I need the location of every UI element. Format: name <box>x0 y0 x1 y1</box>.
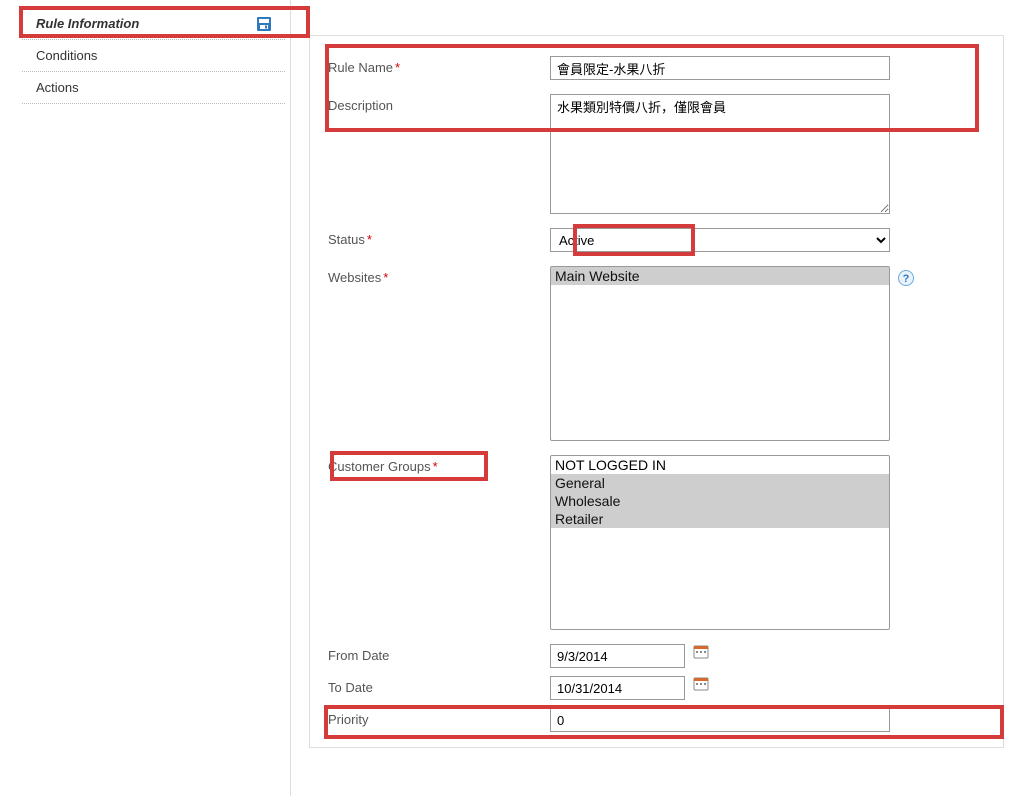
websites-multiselect[interactable]: Main Website <box>550 266 890 441</box>
rule-name-label: Rule Name* <box>328 56 550 75</box>
customer-groups-multiselect[interactable]: NOT LOGGED INGeneralWholesaleRetailer <box>550 455 890 630</box>
sidebar-item-conditions[interactable]: Conditions <box>22 40 285 72</box>
description-label: Description <box>328 94 550 113</box>
calendar-icon[interactable] <box>693 676 709 695</box>
main-panel: Rule Name* Description Status* ActiveIna… <box>290 0 1024 796</box>
sidebar-item-label: Conditions <box>36 48 97 63</box>
websites-label: Websites* <box>328 266 550 285</box>
priority-label: Priority <box>328 708 550 727</box>
description-textarea[interactable] <box>550 94 890 214</box>
priority-input[interactable] <box>550 708 890 732</box>
status-select[interactable]: ActiveInactive <box>550 228 890 252</box>
sidebar-item-label: Actions <box>36 80 79 95</box>
customer-groups-label: Customer Groups* <box>328 455 550 474</box>
to-date-input[interactable] <box>550 676 685 700</box>
from-date-label: From Date <box>328 644 550 663</box>
to-date-label: To Date <box>328 676 550 695</box>
sidebar-tabs: Rule Information Conditions Actions <box>0 0 290 796</box>
sidebar-item-rule-information[interactable]: Rule Information <box>22 8 285 40</box>
help-icon[interactable]: ? <box>898 270 914 289</box>
from-date-input[interactable] <box>550 644 685 668</box>
sidebar-item-actions[interactable]: Actions <box>22 72 285 104</box>
rule-name-input[interactable] <box>550 56 890 80</box>
calendar-icon[interactable] <box>693 644 709 663</box>
sidebar-item-label: Rule Information <box>36 16 139 31</box>
svg-text:?: ? <box>903 273 910 285</box>
save-icon[interactable] <box>257 17 271 31</box>
form-panel: Rule Name* Description Status* ActiveIna… <box>309 35 1004 748</box>
status-label: Status* <box>328 228 550 247</box>
